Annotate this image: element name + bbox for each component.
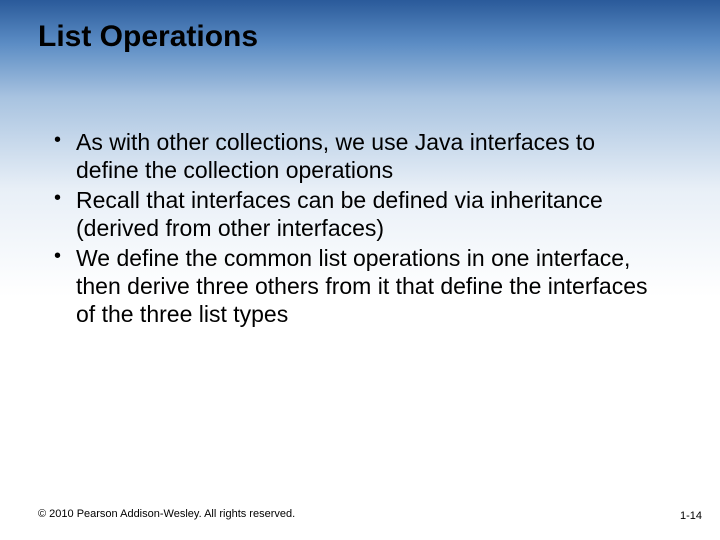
slide: List Operations As with other collection…: [0, 0, 720, 540]
bullet-list: As with other collections, we use Java i…: [48, 128, 660, 328]
list-item: Recall that interfaces can be defined vi…: [48, 186, 660, 242]
slide-content: As with other collections, we use Java i…: [48, 128, 660, 330]
copyright-text: © 2010 Pearson Addison-Wesley. All right…: [38, 508, 295, 520]
list-item: As with other collections, we use Java i…: [48, 128, 660, 184]
page-number: 1-14: [680, 510, 702, 522]
slide-title: List Operations: [38, 20, 258, 54]
list-item: We define the common list operations in …: [48, 244, 660, 328]
